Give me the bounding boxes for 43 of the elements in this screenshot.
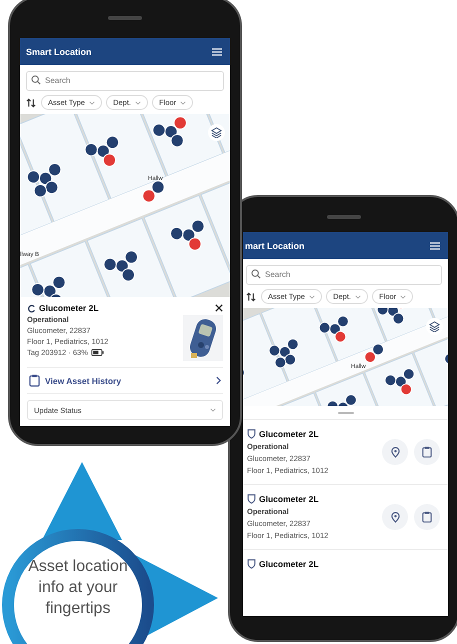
- view-history-link[interactable]: View Asset History: [27, 367, 223, 394]
- clipboard-icon: [422, 511, 432, 523]
- locate-button[interactable]: [382, 504, 408, 530]
- search-icon: [31, 75, 41, 85]
- chevron-right-icon: [216, 376, 221, 385]
- chevron-down-icon: [210, 408, 216, 412]
- sort-icon[interactable]: [26, 98, 37, 108]
- clipboard-icon: [29, 374, 40, 387]
- layers-icon: [211, 127, 222, 138]
- history-button[interactable]: [414, 504, 440, 530]
- menu-icon[interactable]: [430, 242, 440, 250]
- asset-name: Glucometer 2L: [259, 494, 319, 504]
- callout-text: Asset location info at your fingertips: [28, 557, 128, 619]
- history-button[interactable]: [414, 439, 440, 465]
- shield-icon: [247, 494, 256, 504]
- chevron-down-icon: [135, 101, 142, 106]
- pin-icon: [390, 512, 400, 522]
- locate-button[interactable]: [382, 439, 408, 465]
- close-icon[interactable]: [215, 304, 223, 312]
- search-field[interactable]: Search: [26, 70, 224, 90]
- asset-name: Glucometer 2L: [259, 559, 319, 569]
- chevron-down-icon: [355, 295, 362, 300]
- asset-name: Glucometer 2L: [259, 429, 319, 439]
- shield-icon: [247, 429, 256, 439]
- chevron-down-icon: [180, 101, 186, 106]
- layers-icon: [429, 321, 440, 332]
- clipboard-icon: [422, 446, 432, 458]
- chevron-down-icon: [309, 295, 316, 300]
- chevron-down-icon: [89, 101, 96, 106]
- pin-icon: [390, 446, 400, 458]
- app-title: Smart Location: [26, 46, 92, 56]
- app-title: mart Location: [245, 240, 305, 250]
- shield-icon: [247, 559, 256, 569]
- drag-handle[interactable]: [338, 412, 354, 414]
- refresh-icon: [27, 304, 36, 312]
- search-field[interactable]: Search: [246, 264, 442, 284]
- menu-icon[interactable]: [212, 48, 222, 56]
- asset-name: Glucometer 2L: [39, 303, 99, 313]
- search-icon: [251, 269, 261, 279]
- battery-icon: [90, 349, 104, 356]
- chevron-down-icon: [400, 295, 406, 300]
- sort-icon[interactable]: [246, 292, 257, 302]
- asset-list-item[interactable]: Glucometer 2L: [243, 549, 448, 578]
